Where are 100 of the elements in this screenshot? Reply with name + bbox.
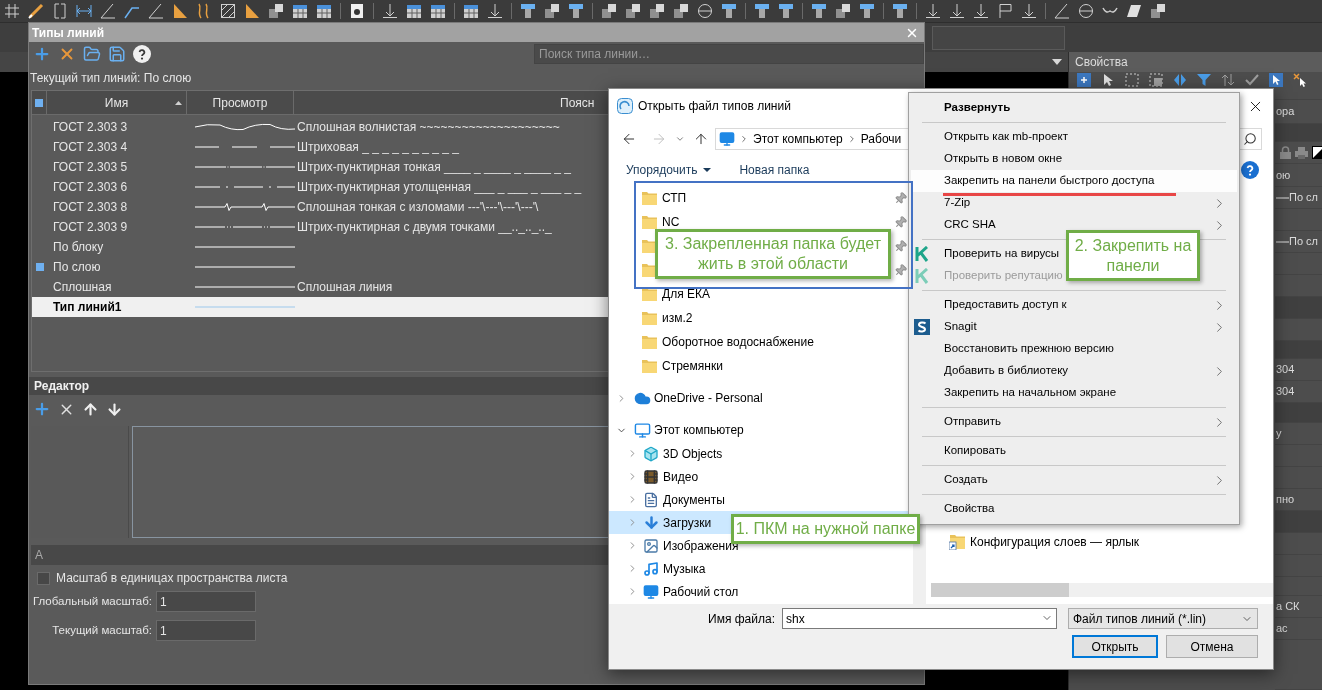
- dimension-icon[interactable]: [76, 3, 92, 19]
- cursor-icon[interactable]: [1269, 73, 1283, 87]
- flag-icon[interactable]: [997, 3, 1013, 19]
- nav-item[interactable]: 3D Objects: [609, 442, 913, 465]
- chevron-down-icon[interactable]: [675, 134, 685, 144]
- table-icon[interactable]: [430, 3, 446, 19]
- nav-item[interactable]: Оборотное водоснабжение: [642, 332, 814, 352]
- swap-arrows-icon[interactable]: [1221, 73, 1235, 87]
- breadcrumb-item[interactable]: Рабочи: [860, 130, 902, 148]
- parallelogram-icon[interactable]: [1126, 3, 1142, 19]
- sheet-icon[interactable]: [349, 3, 365, 19]
- check-icon[interactable]: [1245, 73, 1259, 87]
- search-field[interactable]: Поиск типа линии…: [534, 44, 924, 64]
- menu-item[interactable]: Создать: [914, 470, 988, 490]
- breadcrumb-item[interactable]: Этот компьютер: [753, 130, 843, 148]
- file-type-select[interactable]: Файл типов линий (*.lin): [1068, 608, 1258, 629]
- help-icon[interactable]: [1241, 161, 1259, 179]
- dialog-button[interactable]: Отмена: [1166, 635, 1258, 658]
- table-icon[interactable]: [406, 3, 422, 19]
- menu-item[interactable]: Snagit: [914, 317, 977, 337]
- column-icon[interactable]: [811, 3, 827, 19]
- pencil-icon[interactable]: [28, 3, 44, 19]
- column-header[interactable]: Просмотр: [187, 91, 294, 114]
- hatch-icon[interactable]: [220, 3, 236, 19]
- menu-item[interactable]: Закрепить на начальном экране: [914, 383, 1117, 403]
- angle-icon[interactable]: [148, 3, 164, 19]
- menu-item[interactable]: Открыть в новом окне: [914, 149, 1063, 169]
- dropdown-triangle-icon[interactable]: [1052, 59, 1062, 65]
- column-header[interactable]: Имя: [47, 91, 187, 114]
- menu-item[interactable]: Закрепить на панели быстрого доступа: [911, 170, 1237, 192]
- menu-item[interactable]: CRC SHA: [914, 215, 996, 235]
- menu-item[interactable]: Отправить: [914, 412, 1002, 432]
- column-icon[interactable]: [892, 3, 908, 19]
- checkbox[interactable]: [37, 571, 50, 585]
- level-mark-icon[interactable]: [1021, 3, 1037, 19]
- dashed-rect-icon[interactable]: [1125, 73, 1139, 87]
- blocks-icon[interactable]: [268, 3, 284, 19]
- angle-icon[interactable]: [100, 3, 116, 19]
- nav-item[interactable]: Документы: [609, 488, 913, 511]
- level-mark-icon[interactable]: [973, 3, 989, 19]
- dashed-rect-icon[interactable]: [1149, 73, 1163, 87]
- grid-icon[interactable]: [4, 3, 20, 19]
- command-button[interactable]: Новая папка: [739, 161, 810, 179]
- triangle-icon[interactable]: [172, 3, 188, 19]
- blocks-icon[interactable]: [625, 3, 641, 19]
- nav-item[interactable]: СТП: [642, 188, 687, 208]
- column-icon[interactable]: [754, 3, 770, 19]
- circle-icon[interactable]: [1078, 3, 1094, 19]
- nav-item[interactable]: Этот компьютер: [609, 418, 913, 442]
- menu-item[interactable]: 7-Zip: [914, 193, 971, 213]
- level-mark-icon[interactable]: [949, 3, 965, 19]
- s-logo-icon: [914, 319, 930, 335]
- folder-icon[interactable]: [83, 45, 101, 63]
- command-button[interactable]: Упорядочить: [626, 161, 712, 179]
- arrows-icon[interactable]: [1173, 73, 1187, 87]
- input-field[interactable]: 1: [156, 620, 256, 641]
- nav-item[interactable]: Рабочий стол: [609, 580, 913, 603]
- select-add-icon[interactable]: [1077, 73, 1091, 87]
- blocks-icon[interactable]: [601, 3, 617, 19]
- level-mark-icon[interactable]: [382, 3, 398, 19]
- blocks-icon[interactable]: [673, 3, 689, 19]
- table-icon[interactable]: [316, 3, 332, 19]
- circle-icon[interactable]: [697, 3, 713, 19]
- dialog-button[interactable]: Открыть: [1072, 635, 1158, 658]
- file-name-field[interactable]: shx: [782, 608, 1057, 629]
- nav-item[interactable]: NC: [642, 212, 680, 232]
- nav-item[interactable]: Видео: [609, 465, 913, 488]
- blocks-icon[interactable]: [1150, 3, 1166, 19]
- angle-icon[interactable]: [1054, 3, 1070, 19]
- level-mark-icon[interactable]: [487, 3, 503, 19]
- menu-item[interactable]: Добавить в библиотеку: [914, 361, 1069, 381]
- table-icon[interactable]: [463, 3, 479, 19]
- blocks-icon[interactable]: [649, 3, 665, 19]
- table-icon[interactable]: [292, 3, 308, 19]
- level-mark-icon[interactable]: [925, 3, 941, 19]
- bracket-icon[interactable]: [52, 3, 68, 19]
- input-field[interactable]: 1: [156, 591, 256, 612]
- nav-item[interactable]: OneDrive - Personal: [609, 386, 913, 410]
- column-icon[interactable]: [778, 3, 794, 19]
- save-icon[interactable]: [108, 45, 126, 63]
- blocks-icon[interactable]: [544, 3, 560, 19]
- cross-cursor-icon[interactable]: [1293, 73, 1307, 87]
- up-arrow-icon[interactable]: [693, 131, 709, 147]
- help-icon[interactable]: [133, 45, 151, 63]
- column-icon[interactable]: [859, 3, 875, 19]
- scrollbar-thumb[interactable]: [931, 583, 1069, 597]
- input-field[interactable]: [932, 25, 1065, 50]
- triangle-icon[interactable]: [244, 3, 260, 19]
- column-icon[interactable]: [520, 3, 536, 19]
- nav-item[interactable]: Стремянки: [642, 356, 723, 376]
- wave-icon[interactable]: [196, 3, 212, 19]
- nav-item[interactable]: Музыка: [609, 557, 913, 580]
- file-item[interactable]: Конфигурация слоев — ярлык: [949, 531, 1140, 553]
- menu-item[interactable]: Копировать: [914, 441, 1006, 461]
- column-icon[interactable]: [721, 3, 737, 19]
- column-icon[interactable]: [568, 3, 584, 19]
- blocks-icon[interactable]: [835, 3, 851, 19]
- menu-item[interactable]: Проверить на вирусы: [914, 244, 1060, 264]
- menu-item[interactable]: Восстановить прежнюю версию: [914, 339, 1114, 359]
- cursor-icon[interactable]: [1101, 73, 1115, 87]
